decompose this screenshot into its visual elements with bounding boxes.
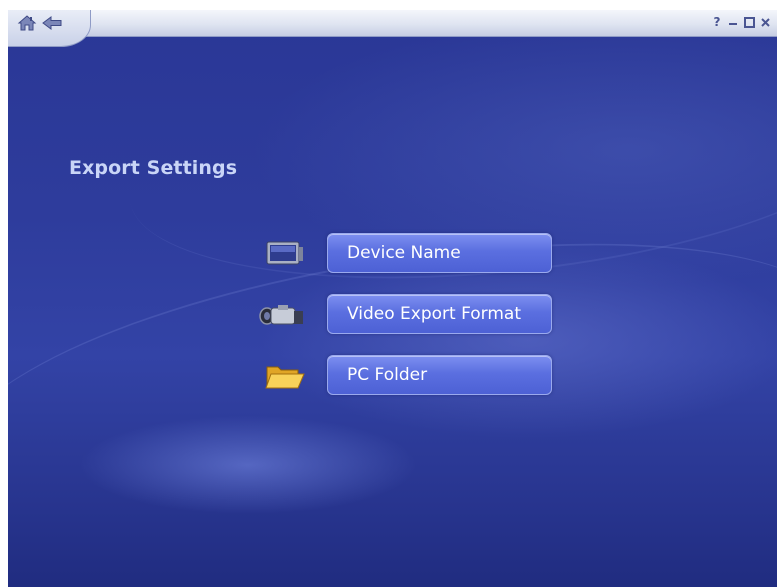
- maximize-icon[interactable]: [743, 15, 755, 29]
- help-icon[interactable]: ?: [711, 15, 723, 29]
- folder-icon: [264, 362, 308, 392]
- title-bar: ?: [8, 10, 777, 47]
- video-export-format-button[interactable]: Video Export Format: [327, 294, 552, 334]
- back-arrow-icon[interactable]: [41, 14, 62, 32]
- close-icon[interactable]: [759, 15, 771, 29]
- page-title: Export Settings: [69, 157, 238, 179]
- device-name-button[interactable]: Device Name: [327, 233, 552, 273]
- monitor-device-icon: [262, 239, 306, 269]
- minimize-icon[interactable]: [727, 15, 739, 29]
- pc-folder-button[interactable]: PC Folder: [327, 355, 552, 395]
- app-window: ? Export Settings Device Name Video Expo…: [8, 10, 777, 587]
- home-icon[interactable]: [17, 14, 37, 32]
- window-controls: ?: [711, 15, 771, 29]
- camcorder-icon: [258, 301, 303, 331]
